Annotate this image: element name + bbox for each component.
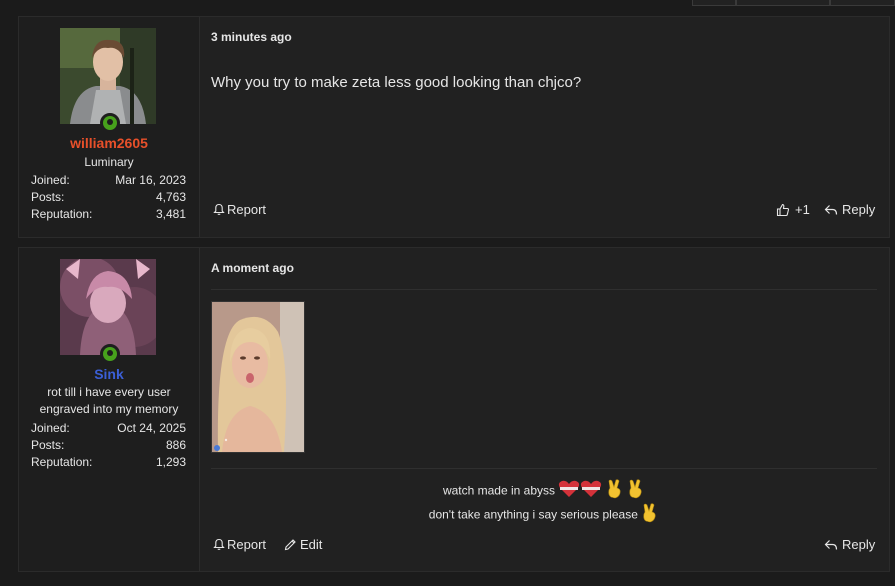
user-stats: Joined: Mar 16, 2023 Posts: 4,763 Reputati… bbox=[31, 172, 186, 223]
like-count: +1 bbox=[795, 202, 810, 217]
post-body: 3 minutes ago Why you try to make zeta l… bbox=[211, 17, 877, 237]
stat-label: Reputation: bbox=[31, 207, 93, 221]
victory-hand-icon bbox=[627, 479, 645, 504]
stat-label: Posts: bbox=[31, 438, 65, 452]
stat-value: Mar 16, 2023 bbox=[115, 173, 186, 187]
stat-label: Posts: bbox=[31, 190, 65, 204]
stat-joined: Joined: Oct 24, 2025 bbox=[31, 420, 186, 437]
thumbs-up-icon bbox=[776, 203, 790, 216]
avatar[interactable] bbox=[60, 28, 156, 124]
heart-icon bbox=[580, 480, 602, 503]
stat-reputation: Reputation: 1,293 bbox=[31, 454, 186, 471]
pagination-segment[interactable] bbox=[692, 0, 736, 6]
pagination-segment[interactable] bbox=[736, 0, 830, 6]
header-divider bbox=[211, 289, 877, 290]
reply-icon bbox=[824, 204, 838, 215]
online-status-icon bbox=[100, 344, 120, 364]
post-message: Why you try to make zeta less good looki… bbox=[211, 74, 582, 91]
signature-line2: don't take anything i say serious please bbox=[211, 503, 877, 528]
signature-line1: watch made in abyss bbox=[211, 479, 877, 504]
stat-value: 886 bbox=[165, 438, 186, 452]
post-timestamp[interactable]: 3 minutes ago bbox=[211, 30, 292, 44]
post: william2605 Luminary Joined: Mar 16, 2023… bbox=[18, 16, 890, 238]
stat-value: Oct 24, 2025 bbox=[117, 421, 186, 435]
report-label: Report bbox=[227, 537, 267, 552]
stat-reputation: Reputation: 3,481 bbox=[31, 206, 186, 223]
stat-label: Reputation: bbox=[31, 455, 93, 469]
signature-text: don't take anything i say serious please bbox=[428, 507, 638, 522]
user-title-line1: rot till i have every user bbox=[47, 385, 171, 399]
victory-hand-icon bbox=[641, 503, 659, 528]
user-stats: Joined: Oct 24, 2025 Posts: 886 Reputation… bbox=[31, 420, 186, 471]
reply-button[interactable]: Reply bbox=[824, 537, 875, 552]
post: Sink rot till i have every user engraved… bbox=[18, 247, 890, 572]
report-label: Report bbox=[227, 202, 267, 217]
bell-icon bbox=[213, 538, 225, 551]
post-user-sidebar: Sink rot till i have every user engraved… bbox=[19, 248, 200, 571]
username[interactable]: william2605 bbox=[19, 135, 199, 151]
bell-icon bbox=[213, 203, 225, 216]
post-user-sidebar: william2605 Luminary Joined: Mar 16, 2023… bbox=[19, 17, 200, 237]
report-button[interactable]: Report bbox=[213, 537, 266, 552]
reply-icon bbox=[824, 539, 838, 550]
stat-value: 4,763 bbox=[155, 190, 186, 204]
edit-label: Edit bbox=[300, 537, 323, 552]
post-body: A moment ago watch made in abyss don't t… bbox=[211, 248, 877, 571]
victory-hand-icon bbox=[606, 479, 624, 504]
username[interactable]: Sink bbox=[19, 366, 199, 382]
avatar[interactable] bbox=[60, 259, 156, 355]
reply-button[interactable]: Reply bbox=[824, 202, 875, 217]
stat-value: 1,293 bbox=[155, 455, 186, 469]
signature-divider bbox=[211, 468, 877, 469]
pencil-icon bbox=[284, 539, 296, 551]
reply-label: Reply bbox=[842, 537, 876, 552]
stat-value: 3,481 bbox=[155, 207, 186, 221]
heart-icon bbox=[558, 480, 580, 503]
online-status-icon bbox=[100, 113, 120, 133]
stat-posts: Posts: 4,763 bbox=[31, 189, 186, 206]
stat-label: Joined: bbox=[31, 173, 70, 187]
like-button[interactable]: +1 bbox=[776, 202, 810, 217]
reply-label: Reply bbox=[842, 202, 876, 217]
stat-label: Joined: bbox=[31, 421, 70, 435]
top-pagination-strip bbox=[0, 0, 895, 6]
report-button[interactable]: Report bbox=[213, 202, 266, 217]
stat-joined: Joined: Mar 16, 2023 bbox=[31, 172, 186, 189]
user-title: Luminary bbox=[84, 155, 134, 169]
stat-posts: Posts: 886 bbox=[31, 437, 186, 454]
edit-button[interactable]: Edit bbox=[284, 537, 322, 552]
pagination-segment[interactable] bbox=[830, 0, 895, 6]
signature-text: watch made in abyss bbox=[442, 483, 556, 498]
post-timestamp[interactable]: A moment ago bbox=[211, 261, 294, 275]
user-title-line2: engraved into my memory bbox=[39, 402, 179, 416]
attached-image[interactable] bbox=[211, 301, 305, 453]
